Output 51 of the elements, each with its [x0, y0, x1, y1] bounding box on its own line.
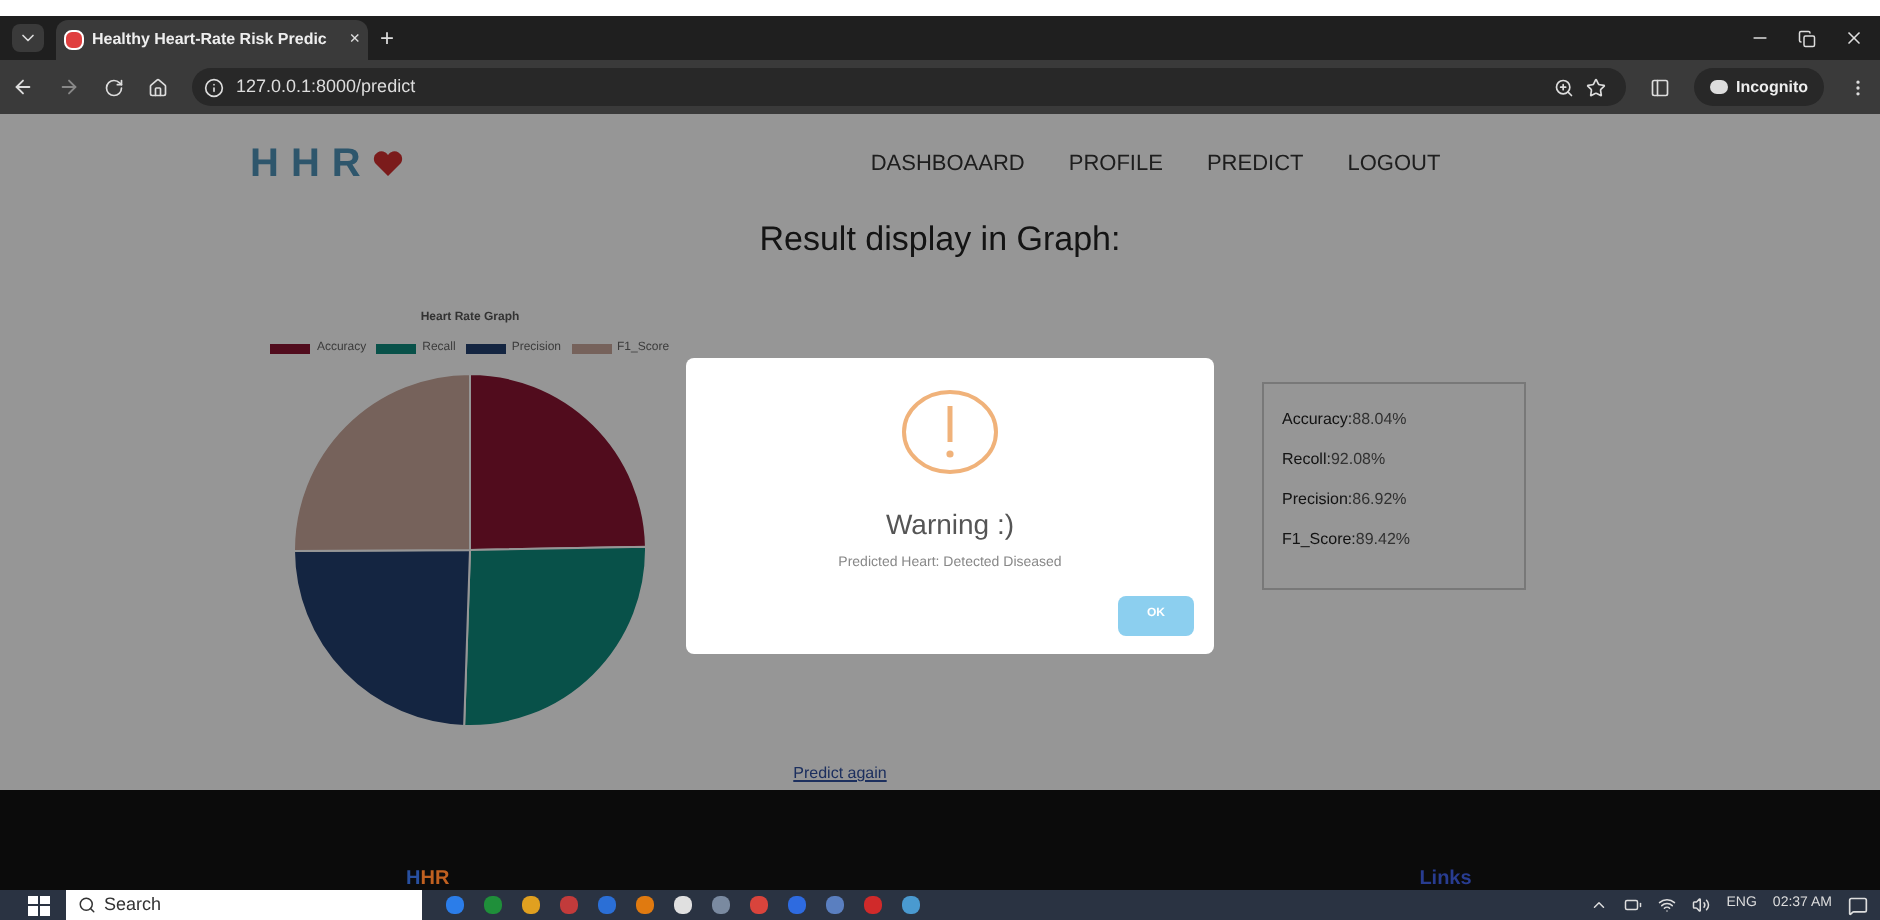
legend-swatch — [270, 343, 311, 353]
chevron-up-icon[interactable] — [1590, 896, 1609, 914]
legend-swatch — [376, 343, 417, 353]
metric-text: F1_Score:89.42% — [1282, 527, 1413, 551]
network-icon[interactable] — [1658, 896, 1677, 914]
volume-icon[interactable] — [1692, 896, 1711, 914]
taskbar-app-icon[interactable] — [636, 896, 654, 914]
favicon-icon — [64, 30, 84, 50]
notifications-icon[interactable] — [1848, 895, 1868, 915]
incognito-badge[interactable]: Incognito — [1694, 68, 1824, 106]
taskbar-search-field[interactable]: Search — [66, 890, 422, 920]
star-icon[interactable] — [1586, 77, 1606, 97]
metric-text: Precision:86.92% — [1282, 487, 1409, 511]
restore-icon[interactable] — [1798, 29, 1816, 47]
new-tab-button[interactable]: + — [380, 20, 395, 56]
taskbar-app-icon[interactable] — [902, 896, 920, 914]
legend-swatch — [465, 343, 506, 353]
tab-close-button[interactable]: × — [349, 26, 360, 54]
battery-icon[interactable] — [1624, 896, 1643, 914]
url-text: 127.0.0.1:8000/predict — [236, 73, 416, 100]
metric-text: Recoll:92.08% — [1282, 447, 1388, 471]
search-icon — [78, 896, 96, 914]
browser-tab[interactable]: Healthy Heart-Rate Risk Predic × — [56, 20, 368, 60]
tab-list-button[interactable] — [12, 24, 44, 52]
heart-icon — [372, 150, 405, 178]
address-field[interactable]: 127.0.0.1:8000/predict — [192, 68, 1626, 106]
info-icon — [204, 77, 224, 97]
nav-link[interactable]: PREDICT — [1206, 147, 1304, 181]
tab-title: Healthy Heart-Rate Risk Predic — [92, 28, 327, 52]
nav-link[interactable]: LOGOUT — [1347, 147, 1441, 181]
close-icon[interactable] — [1844, 28, 1864, 48]
nav-link[interactable]: DASHBOAARD — [870, 147, 1025, 181]
side-panel-icon[interactable] — [1650, 77, 1670, 97]
taskbar-app-icon[interactable] — [674, 896, 692, 914]
forward-icon[interactable] — [58, 76, 80, 98]
page-heading: Result display in Graph: — [757, 218, 1123, 262]
zoom-icon[interactable] — [1554, 77, 1574, 97]
dialog-title: Warning :) — [885, 506, 1015, 544]
reload-icon[interactable] — [104, 77, 124, 97]
predict-again-link[interactable]: Predict again — [793, 762, 887, 786]
nav-link[interactable]: PROFILE — [1068, 147, 1163, 181]
windows-start-icon[interactable] — [28, 895, 50, 915]
taskbar-app-icon[interactable] — [522, 896, 540, 914]
legend-swatch — [571, 343, 612, 353]
metric-text: Accuracy:88.04% — [1282, 407, 1409, 431]
warning-icon — [900, 388, 1000, 476]
home-icon[interactable] — [148, 77, 168, 97]
footer-brand: HHR — [406, 870, 450, 890]
footer-links-heading: Links — [1419, 870, 1472, 890]
back-icon[interactable] — [12, 76, 34, 98]
search-placeholder: Search — [104, 891, 162, 918]
